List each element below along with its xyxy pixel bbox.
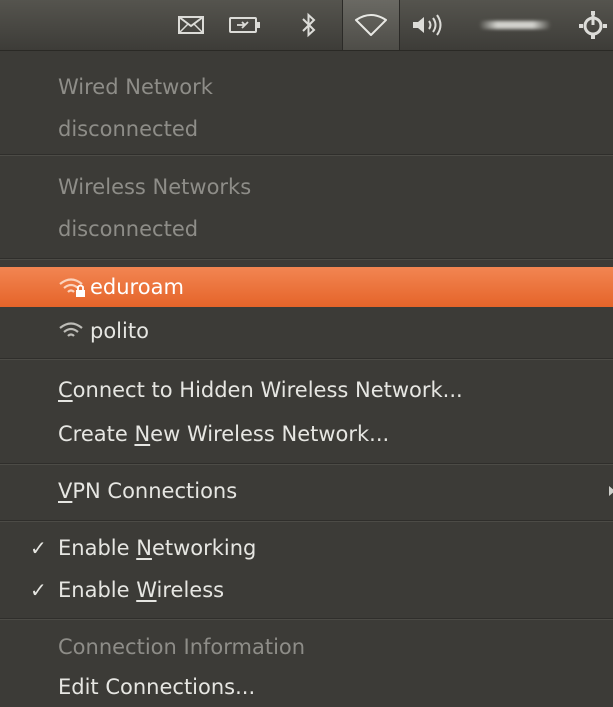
wireless-networks-status: disconnected bbox=[0, 207, 613, 251]
separator bbox=[0, 618, 613, 620]
session-indicator[interactable] bbox=[573, 0, 613, 50]
submenu-arrow-icon bbox=[609, 486, 613, 496]
separator bbox=[0, 154, 613, 156]
enable-wireless-item[interactable]: ✓ Enable Wireless bbox=[0, 568, 613, 612]
power-gear-icon bbox=[579, 11, 607, 39]
connect-hidden-network-label: Connect to Hidden Wireless Network... bbox=[58, 378, 463, 402]
blurred-user-name bbox=[479, 21, 551, 29]
wired-network-header: Wired Network bbox=[0, 65, 613, 109]
vpn-connections-label: VPN Connections bbox=[58, 479, 238, 503]
network-item-polito[interactable]: polito bbox=[0, 309, 613, 353]
checkmark-icon: ✓ bbox=[30, 578, 47, 602]
wired-status-label: disconnected bbox=[58, 117, 199, 141]
bluetooth-indicator[interactable] bbox=[292, 0, 326, 50]
connect-hidden-network-item[interactable]: Connect to Hidden Wireless Network... bbox=[0, 368, 613, 412]
network-name-eduroam: eduroam bbox=[90, 275, 184, 299]
create-new-network-label: Create New Wireless Network... bbox=[58, 422, 390, 446]
separator bbox=[0, 520, 613, 522]
separator bbox=[0, 463, 613, 465]
enable-wireless-label: Enable Wireless bbox=[58, 578, 225, 602]
vpn-connections-item[interactable]: VPN Connections bbox=[0, 469, 613, 513]
network-indicator[interactable] bbox=[342, 0, 400, 50]
network-item-eduroam[interactable]: eduroam bbox=[0, 267, 613, 307]
battery-icon bbox=[229, 17, 260, 33]
mail-icon bbox=[178, 16, 204, 34]
connection-information-label: Connection Information bbox=[58, 635, 306, 659]
wifi-icon bbox=[355, 14, 387, 36]
volume-indicator[interactable] bbox=[402, 0, 456, 50]
wired-network-status: disconnected bbox=[0, 107, 613, 151]
separator bbox=[0, 258, 613, 260]
bluetooth-icon bbox=[302, 12, 316, 38]
volume-icon bbox=[413, 14, 442, 36]
enable-networking-label: Enable Networking bbox=[58, 536, 257, 560]
network-name-polito: polito bbox=[90, 319, 149, 343]
edit-connections-item[interactable]: Edit Connections... bbox=[0, 667, 613, 707]
enable-networking-item[interactable]: ✓ Enable Networking bbox=[0, 526, 613, 570]
edit-connections-label: Edit Connections... bbox=[58, 675, 256, 699]
separator bbox=[0, 358, 613, 360]
top-panel bbox=[0, 0, 613, 51]
mail-indicator[interactable] bbox=[167, 0, 215, 50]
wired-network-label: Wired Network bbox=[58, 75, 213, 99]
create-new-network-item[interactable]: Create New Wireless Network... bbox=[0, 412, 613, 456]
wireless-status-label: disconnected bbox=[58, 217, 199, 241]
wifi-signal-icon bbox=[58, 320, 88, 342]
wireless-networks-header: Wireless Networks bbox=[0, 165, 613, 209]
network-menu: Wired Network disconnected Wireless Netw… bbox=[0, 51, 613, 707]
user-name-indicator[interactable] bbox=[475, 0, 555, 50]
battery-indicator[interactable] bbox=[220, 0, 270, 50]
wifi-signal-icon bbox=[58, 276, 88, 298]
connection-information-item: Connection Information bbox=[0, 625, 613, 669]
checkmark-icon: ✓ bbox=[30, 536, 47, 560]
wireless-networks-label: Wireless Networks bbox=[58, 175, 252, 199]
